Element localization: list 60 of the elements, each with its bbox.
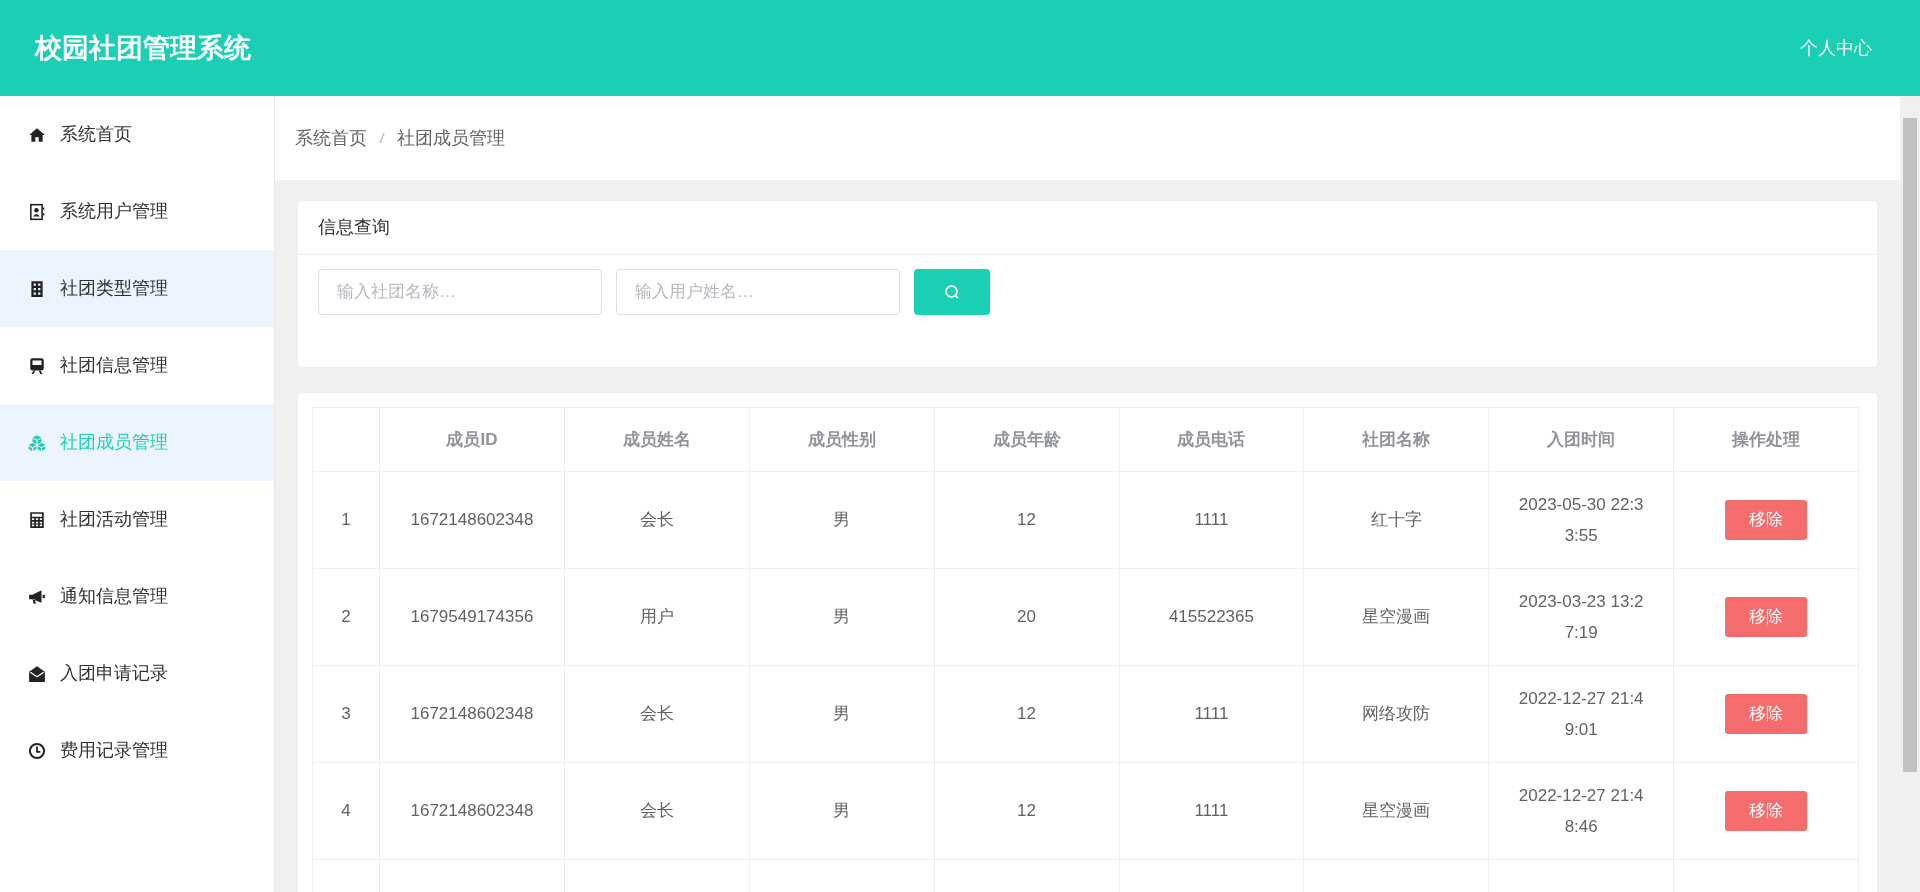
table-cell: 12: [1017, 801, 1036, 821]
table-cell: 星空漫画: [1362, 607, 1431, 627]
table-cell: 2022-12-27 21:48:46: [1518, 786, 1644, 836]
table-cell: 2023-05-30 22:33:55: [1518, 495, 1644, 545]
app-title: 校园社团管理系统: [35, 31, 251, 65]
building-icon: [28, 279, 46, 298]
table-cell: 4: [341, 801, 351, 821]
table-cell: 红十字: [1370, 510, 1422, 530]
cubes-icon: [28, 433, 46, 452]
breadcrumb-item[interactable]: 系统首页: [295, 124, 367, 152]
contact-icon: [28, 202, 46, 221]
table-cell: 1111: [1194, 510, 1229, 530]
table-cell: 1111: [1194, 801, 1229, 821]
breadcrumb-item[interactable]: 社团成员管理: [397, 124, 505, 152]
table-cell: 男: [833, 510, 851, 530]
sidebar-item[interactable]: 社团类型管理: [0, 250, 274, 327]
card-title: 信息查询: [298, 201, 1877, 255]
table-cell: 星空漫画: [1362, 801, 1431, 821]
table-cell: 20: [1017, 607, 1036, 627]
table-cell: 12: [1017, 704, 1036, 724]
train-icon: [28, 356, 46, 375]
scrollbar[interactable]: [1900, 96, 1920, 892]
table-cell: 会长: [639, 510, 674, 530]
column-header: 社团名称: [1362, 429, 1431, 449]
column-header: 入团时间: [1547, 429, 1616, 449]
scrollbar-thumb[interactable]: [1903, 118, 1917, 772]
column-header: 成员性别: [807, 429, 876, 449]
table-cell: 男: [833, 704, 851, 724]
table-cell: 1672148602348: [410, 704, 534, 724]
table-cell: 2022-12-27 21:49:01: [1518, 689, 1644, 739]
search-icon: [944, 284, 960, 300]
bullhorn-icon: [28, 587, 46, 606]
column-header: 成员姓名: [622, 429, 691, 449]
table-cell: 1: [341, 510, 351, 530]
column-header: 成员年龄: [992, 429, 1061, 449]
table-cell: 3: [341, 704, 351, 724]
envelope-icon: [28, 664, 46, 683]
table-cell: 男: [833, 801, 851, 821]
table-cell: 男: [833, 607, 851, 627]
column-header: 操作处理: [1732, 429, 1801, 449]
table-cell: 1672148602348: [410, 801, 534, 821]
table-cell: 415522365: [1168, 607, 1254, 627]
table-cell: 1679549174356: [410, 607, 534, 627]
table-cell: 1672148602348: [410, 510, 534, 530]
column-header: 成员ID: [446, 429, 498, 449]
table-cell: 用户: [639, 607, 674, 627]
table-cell: 1111: [1194, 704, 1229, 724]
table-cell: 2023-03-23 13:27:19: [1518, 592, 1644, 642]
column-header: 成员电话: [1177, 429, 1246, 449]
table-cell: 网络攻防: [1362, 704, 1431, 724]
calculator-icon: [28, 510, 46, 529]
search-field[interactable]: 输入用户姓名…: [616, 269, 900, 315]
table-cell: 会长: [639, 704, 674, 724]
table-cell: 2: [341, 607, 351, 627]
clock-icon: [28, 741, 46, 760]
breadcrumb-separator-icon: [379, 132, 385, 144]
search-button[interactable]: [914, 269, 990, 315]
table-cell: 12: [1017, 510, 1036, 530]
search-field[interactable]: 输入社团名称…: [318, 269, 602, 315]
table-cell: 会长: [639, 801, 674, 821]
